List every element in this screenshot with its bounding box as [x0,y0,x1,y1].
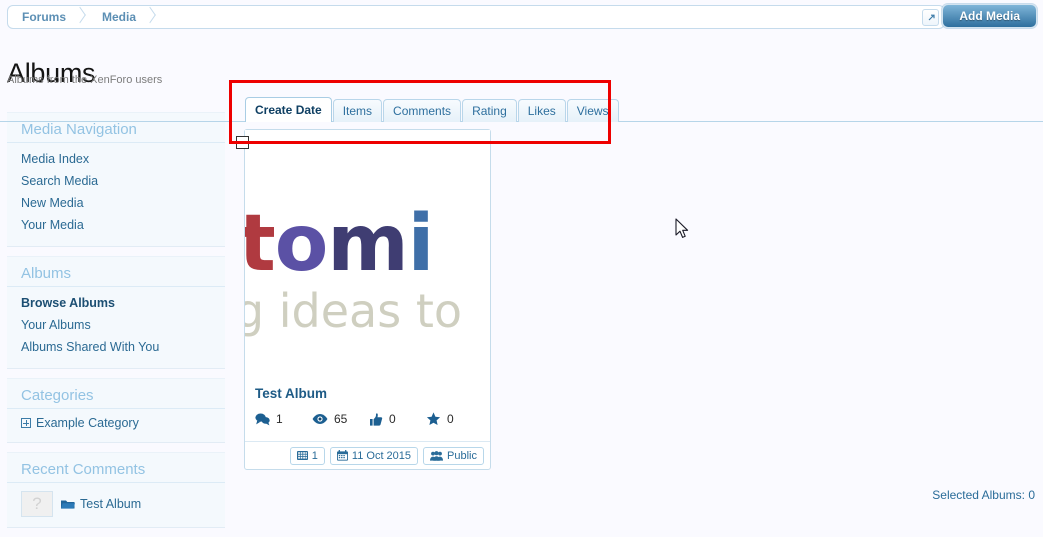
sidebar-heading-albums: Albums [7,263,225,287]
badge-item-count[interactable]: 1 [289,446,325,465]
sidebar-item-your-media[interactable]: Your Media [7,214,225,236]
stat-likes-value: 0 [389,412,396,426]
sidebar-item-media-index[interactable]: Media Index [7,148,225,170]
sidebar-heading-categories: Categories [7,385,225,409]
album-select-checkbox[interactable] [236,136,249,149]
thumbnail-subtitle: ing ideas to [245,284,462,338]
badge-privacy-label: Public [447,449,477,462]
group-icon [430,450,444,461]
comment-icon [255,413,270,425]
album-stats: 1 65 0 0 [255,412,483,426]
album-title[interactable]: Test Album [255,386,327,401]
sidebar-block-recent-comments: Recent Comments ? Test Album [7,452,225,528]
stat-views: 65 [312,412,369,426]
sidebar-item-your-albums[interactable]: Your Albums [7,314,225,336]
sidebar-heading-recent-comments: Recent Comments [7,459,225,483]
list-item[interactable]: ? Test Album [7,488,225,517]
breadcrumb-separator-icon [144,6,158,28]
sidebar: Media Navigation Media Index Search Medi… [7,112,225,537]
mouse-cursor-icon [675,218,689,238]
breadcrumb-item-media[interactable]: Media [88,6,144,28]
sidebar-item-example-category[interactable]: Example Category [7,414,225,432]
external-link-icon[interactable] [922,9,939,26]
tab-rating[interactable]: Rating [462,99,517,122]
breadcrumb-separator-icon [74,6,88,28]
album-card[interactable]: stomi ing ideas to Test Album 1 65 [236,129,491,470]
tab-items[interactable]: Items [332,99,383,122]
add-media-button[interactable]: Add Media [942,4,1037,28]
tab-comments[interactable]: Comments [383,99,462,122]
tab-create-date[interactable]: Create Date [245,97,332,122]
avatar[interactable]: ? [21,491,53,517]
star-icon [426,412,441,425]
sidebar-block-albums: Albums Browse Albums Your Albums Albums … [7,256,225,369]
badge-privacy[interactable]: Public [423,446,484,465]
stat-rating: 0 [426,412,483,426]
stat-comments-value: 1 [276,412,283,426]
page-description: Albums from the XenForo users [7,74,163,86]
badge-item-count-label: 1 [311,449,318,462]
calendar-icon [336,450,348,461]
external-link-glyph [928,14,935,20]
sidebar-item-new-media[interactable]: New Media [7,192,225,214]
tab-bar: Create Date Items Comments Rating Likes … [245,97,620,122]
plus-box-icon[interactable] [21,418,31,428]
stat-likes: 0 [369,412,426,426]
badge-create-date[interactable]: 11 Oct 2015 [329,446,419,465]
breadcrumb-item-forums[interactable]: Forums [8,6,74,28]
avatar-placeholder: ? [32,494,42,513]
sidebar-block-media-navigation: Media Navigation Media Index Search Medi… [7,112,225,247]
thumbnail-word: stomi [245,199,434,289]
badge-create-date-label: 11 Oct 2015 [351,449,412,462]
add-media-label: Add Media [959,9,1020,23]
sidebar-block-categories: Categories Example Category [7,378,225,443]
category-label: Example Category [36,416,139,430]
eye-icon [312,414,328,424]
selected-albums-count: Selected Albums: 0 [932,488,1035,502]
thumbs-up-icon [370,412,383,426]
sidebar-item-browse-albums[interactable]: Browse Albums [7,292,225,314]
sidebar-item-albums-shared-with-you[interactable]: Albums Shared With You [7,336,225,358]
grid-icon [296,451,308,460]
album-thumbnail-image: stomi ing ideas to [245,204,490,338]
folder-icon [61,500,75,509]
tab-likes[interactable]: Likes [517,99,566,122]
album-footer: 1 11 Oct 2015 Public [245,441,490,469]
sidebar-item-search-media[interactable]: Search Media [7,170,225,192]
sidebar-heading-media-navigation: Media Navigation [7,119,225,143]
stat-views-value: 65 [334,412,348,426]
stat-comments: 1 [255,412,312,426]
top-bar: Forums Media Add Media [0,0,1043,34]
stat-rating-value: 0 [447,412,454,426]
album-thumbnail[interactable]: stomi ing ideas to [245,130,490,378]
breadcrumb: Forums Media [7,5,945,29]
tab-views[interactable]: Views [566,99,619,122]
